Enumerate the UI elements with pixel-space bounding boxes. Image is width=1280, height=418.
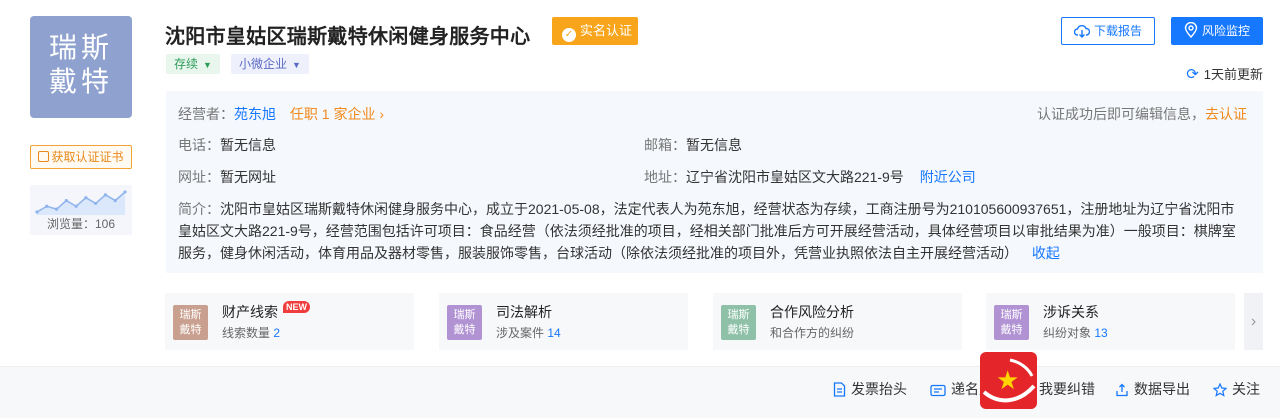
card-count: 14 (547, 326, 561, 340)
card-title: 财产线索 (222, 304, 278, 320)
phone-value: 暂无信息 (220, 137, 276, 153)
operator-roles-link[interactable]: 任职 1 家企业 › (290, 106, 384, 122)
card-title: 涉诉关系 (1043, 304, 1099, 320)
get-certificate-button[interactable]: 获取认证证书 (30, 145, 132, 169)
chevron-down-icon: ▼ (203, 60, 212, 70)
sparkline-point (84, 196, 88, 200)
intro-text: 沈阳市皇姑区瑞斯戴特休闲健身服务中心，成立于2021-05-08，法定代表人为苑… (178, 201, 1236, 261)
edit-prompt: 认证成功后即可编辑信息， (1037, 106, 1205, 122)
card-subtitle: 和合作方的纠纷 (770, 326, 855, 340)
card-title: 司法解析 (496, 304, 552, 320)
document-icon (833, 382, 846, 397)
new-badge: NEW (283, 301, 310, 313)
data-export-button[interactable]: 数据导出 (1115, 379, 1190, 399)
card-logo-icon: 瑞斯戴特 (173, 305, 208, 340)
website-value: 暂无网址 (220, 169, 276, 185)
cloud-download-icon (1073, 25, 1091, 38)
views-label: 浏览量： (46, 217, 95, 231)
chevron-down-icon: ▼ (292, 60, 301, 70)
export-icon (1116, 383, 1128, 397)
verified-badge[interactable]: ✓ 实名认证 (552, 17, 638, 45)
card-title: 合作风险分析 (770, 304, 854, 320)
views-sparkline (35, 190, 127, 215)
risk-monitor-button[interactable]: 风险监控 (1171, 17, 1263, 45)
company-intro: 简介：沈阳市皇姑区瑞斯戴特休闲健身服务中心，成立于2021-05-08，法定代表… (178, 198, 1240, 264)
sparkline-point (123, 190, 127, 194)
company-name: 沈阳市皇姑区瑞斯戴特休闲健身服务中心 (165, 24, 531, 48)
sparkline-point (35, 210, 39, 214)
feature-card[interactable]: 瑞斯戴特 司法解析 涉及案件 14 (439, 293, 688, 350)
intro-label: 简介： (178, 201, 220, 217)
sparkline-point (74, 204, 78, 208)
views-panel: 浏览量：106 (30, 185, 132, 235)
sparkline-point (113, 198, 117, 203)
feature-card[interactable]: 瑞斯戴特 涉诉关系 纠纷对象 13 (986, 293, 1235, 350)
certificate-icon (38, 151, 50, 162)
sparkline-area (37, 192, 125, 215)
website-label: 网址： (178, 169, 220, 185)
address-value: 辽宁省沈阳市皇姑区文大路221-9号 (686, 169, 904, 185)
feature-card[interactable]: 瑞斯戴特 财产线索 NEW 线索数量 2 (165, 293, 414, 350)
brand-overlay-logo: ★ (980, 352, 1037, 409)
company-logo: 瑞斯 戴特 (30, 16, 132, 118)
logo-text-line1: 瑞斯 (48, 31, 113, 64)
follow-icon (1212, 382, 1228, 397)
check-icon: ✓ (562, 28, 576, 42)
cards-next-button[interactable]: › (1244, 293, 1263, 350)
go-verify-link[interactable]: 去认证 (1205, 106, 1247, 122)
sparkline-point (64, 198, 68, 203)
card-subtitle: 纠纷对象 13 (1043, 326, 1108, 340)
refresh-icon: ⟳ (1186, 66, 1199, 83)
sparkline-point (45, 204, 49, 208)
address-label: 地址： (644, 169, 686, 185)
phone-label: 电话： (178, 137, 220, 153)
location-shield-icon (1184, 21, 1198, 39)
download-report-button[interactable]: 下载报告 (1061, 17, 1155, 45)
chevron-right-icon: › (1250, 313, 1257, 330)
views-count: 106 (94, 217, 116, 231)
info-panel: 经营者：苑东旭 任职 1 家企业 › 认证成功后即可编辑信息，去认证 电话：暂无… (166, 91, 1263, 273)
star-icon: ★ (996, 365, 1020, 395)
nearby-companies-link[interactable]: 附近公司 (920, 169, 976, 185)
collapse-link[interactable]: 收起 (1032, 245, 1060, 261)
card-logo-icon: 瑞斯戴特 (721, 305, 756, 340)
size-tag[interactable]: 小微企业 ▼ (231, 54, 309, 74)
status-tag[interactable]: 存续 ▼ (166, 54, 220, 74)
card-count: 2 (273, 326, 281, 340)
business-card-icon (930, 384, 946, 397)
sparkline-point (54, 207, 59, 211)
operator-label: 经营者： (178, 106, 234, 122)
card-logo-icon: 瑞斯戴特 (994, 305, 1029, 340)
email-value: 暂无信息 (686, 137, 742, 153)
sparkline-point (103, 193, 108, 197)
card-subtitle: 线索数量 2 (222, 326, 281, 340)
feature-card[interactable]: 瑞斯戴特 合作风险分析 和合作方的纠纷 (713, 293, 962, 350)
card-logo-icon: 瑞斯戴特 (447, 305, 482, 340)
last-updated[interactable]: ⟳ 1天前更新 (1186, 64, 1263, 83)
sparkline-point (94, 201, 98, 206)
invoice-header-button[interactable]: 发票抬头 (833, 379, 907, 399)
logo-text-line2: 戴特 (48, 65, 113, 98)
card-count: 13 (1094, 326, 1108, 340)
email-label: 邮箱： (644, 137, 686, 153)
operator-name-link[interactable]: 苑东旭 (234, 106, 276, 122)
card-subtitle: 涉及案件 14 (496, 326, 561, 340)
bottom-action-bar: 发票抬头 递名片 我要纠错 数据导出 关注 (0, 366, 1280, 418)
follow-button[interactable]: 关注 (1212, 379, 1260, 399)
